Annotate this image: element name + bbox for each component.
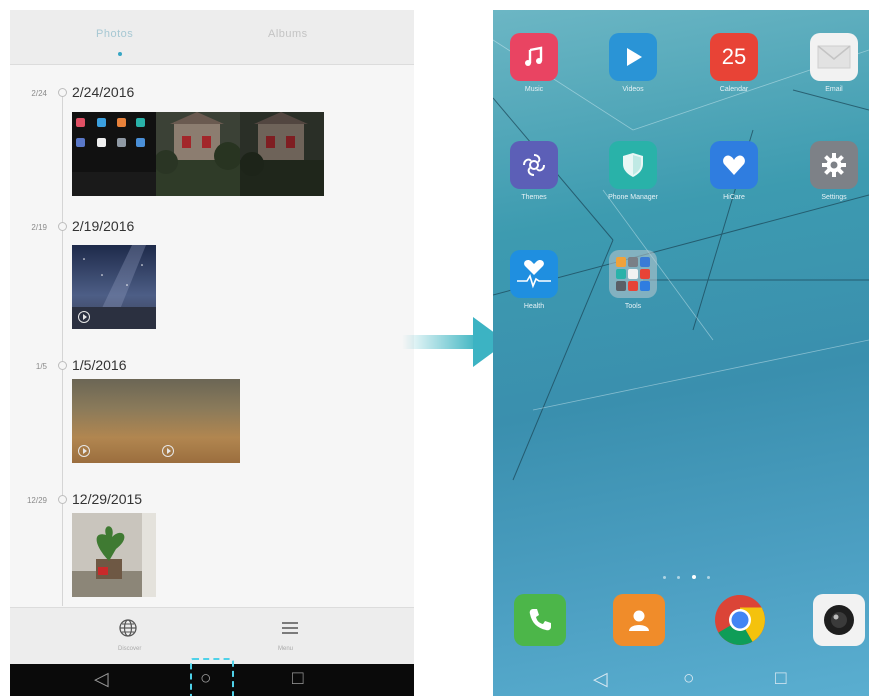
menu-label: Menu xyxy=(278,646,294,652)
transition-arrow-shaft xyxy=(402,335,480,349)
app-label: Settings xyxy=(821,194,847,201)
play-icon xyxy=(78,311,90,323)
recents-icon[interactable]: □ xyxy=(775,668,786,690)
timeline-node xyxy=(58,495,67,504)
photo-thumbnail[interactable] xyxy=(72,513,156,597)
recents-icon[interactable]: □ xyxy=(292,668,303,690)
home-screen: Music Videos 25 Calendar Email Themes Ph… xyxy=(493,10,869,696)
app-label: Music xyxy=(524,86,544,93)
app-themes[interactable]: Themes xyxy=(506,141,562,201)
calendar-icon: 25 xyxy=(710,33,758,81)
video-thumbnail[interactable] xyxy=(72,245,156,329)
timeline-short-date: 12/29 xyxy=(26,496,47,505)
app-label: HiCare xyxy=(723,194,745,201)
calendar-day: 25 xyxy=(721,44,747,69)
timeline-date: 12/29/2015 xyxy=(72,491,143,507)
timeline-date: 2/24/2016 xyxy=(72,84,135,100)
chrome-icon xyxy=(714,594,766,646)
app-videos[interactable]: Videos xyxy=(605,33,661,93)
home-navigation-bar: ◁ ○ □ xyxy=(493,664,869,696)
navigation-bar: ◁ ○ □ xyxy=(10,658,414,696)
video-thumbnail[interactable] xyxy=(72,379,156,463)
gallery-screen: Photos Albums 2/24 2/24/2016 2/19 2/19/2… xyxy=(10,10,414,696)
gallery-bottom-bar: Discover Menu xyxy=(10,607,414,664)
tab-photos[interactable]: Photos xyxy=(96,28,133,40)
health-icon xyxy=(510,250,558,298)
page-dot-active[interactable] xyxy=(691,575,696,579)
app-email[interactable]: Email xyxy=(806,33,862,93)
timeline-short-date: 2/24 xyxy=(31,89,47,98)
play-icon xyxy=(162,445,174,457)
page-indicator xyxy=(663,566,717,584)
gear-icon xyxy=(810,141,858,189)
play-icon xyxy=(609,33,657,81)
mail-icon xyxy=(810,33,858,81)
app-label: Videos xyxy=(622,86,644,93)
app-settings[interactable]: Settings xyxy=(806,141,862,201)
globe-icon[interactable] xyxy=(118,618,138,643)
timeline-short-date: 2/19 xyxy=(31,223,47,232)
app-label: Email xyxy=(825,86,843,93)
home-icon[interactable]: ○ xyxy=(683,668,694,690)
camera-icon xyxy=(813,594,865,646)
menu-icon[interactable] xyxy=(280,618,300,643)
app-label: Calendar xyxy=(719,86,749,93)
folder-icon xyxy=(609,250,657,298)
heart-icon xyxy=(710,141,758,189)
timeline-node xyxy=(58,222,67,231)
page-dot[interactable] xyxy=(677,576,681,579)
app-calendar[interactable]: 25 Calendar xyxy=(706,33,762,93)
timeline-line xyxy=(62,94,63,606)
dock-chrome[interactable] xyxy=(712,594,768,646)
phone-icon xyxy=(514,594,566,646)
app-label: Themes xyxy=(521,194,547,201)
gallery-tab-bar: Photos Albums xyxy=(10,10,414,65)
page-dot[interactable] xyxy=(707,576,711,579)
home-button-highlight xyxy=(190,658,234,696)
music-icon xyxy=(510,33,558,81)
timeline-node xyxy=(58,88,67,97)
photo-thumbnail[interactable] xyxy=(72,112,156,196)
timeline-date: 2/19/2016 xyxy=(72,218,135,234)
app-folder-tools[interactable]: Tools xyxy=(605,250,661,310)
discover-label: Discover xyxy=(118,646,142,652)
timeline-short-date: 1/5 xyxy=(35,362,47,371)
photo-thumbnail[interactable] xyxy=(156,112,240,196)
app-phone-manager[interactable]: Phone Manager xyxy=(605,141,661,201)
timeline-node xyxy=(58,361,67,370)
shield-icon xyxy=(609,141,657,189)
app-label: Phone Manager xyxy=(608,194,658,201)
back-icon[interactable]: ◁ xyxy=(593,668,608,691)
page-dot[interactable] xyxy=(663,576,666,579)
app-label: Tools xyxy=(624,303,642,310)
app-music[interactable]: Music xyxy=(506,33,562,93)
active-tab-indicator xyxy=(118,52,122,56)
dock-contacts[interactable] xyxy=(611,594,667,646)
photo-thumbnail[interactable] xyxy=(240,112,324,196)
back-icon[interactable]: ◁ xyxy=(94,668,109,691)
video-thumbnail[interactable] xyxy=(156,379,240,463)
app-label: Health xyxy=(523,303,545,310)
contacts-icon xyxy=(613,594,665,646)
dock-camera[interactable] xyxy=(811,594,867,646)
timeline-date: 1/5/2016 xyxy=(72,357,127,373)
tab-albums[interactable]: Albums xyxy=(268,28,308,40)
app-hicare[interactable]: HiCare xyxy=(706,141,762,201)
app-health[interactable]: Health xyxy=(506,250,562,310)
dock-phone[interactable] xyxy=(512,594,568,646)
themes-icon xyxy=(510,141,558,189)
play-icon xyxy=(78,445,90,457)
